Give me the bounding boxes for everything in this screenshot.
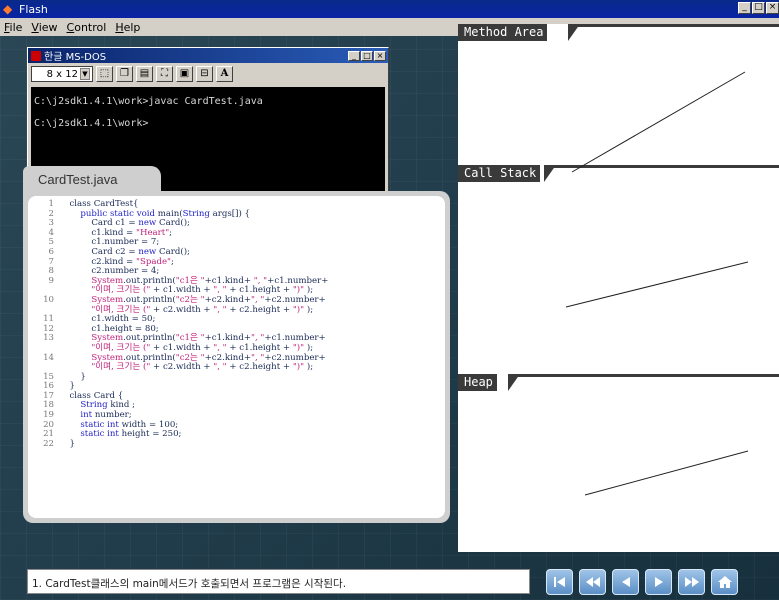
maximize-button[interactable]: □: [752, 2, 765, 14]
label-corner: [544, 165, 556, 182]
dos-close-button[interactable]: ×: [374, 50, 386, 61]
window-titlebar: ◆ Flash _ □ ×: [0, 0, 779, 18]
next-button[interactable]: [645, 569, 672, 595]
menu-file[interactable]: File: [4, 21, 22, 34]
code-line: 21 static int height = 250;: [36, 429, 445, 440]
method-area-label: Method Area: [458, 24, 548, 41]
close-button[interactable]: ×: [766, 2, 779, 14]
dos-titlebar: 한글 MS-DOS _ □ ×: [28, 48, 388, 63]
menu-help[interactable]: Help: [115, 21, 140, 34]
source-code: 1 class CardTest{2 public static void ma…: [28, 196, 445, 518]
call-stack-panel: Call Stack: [458, 165, 779, 374]
code-text: }: [64, 438, 75, 449]
panel-border: [578, 24, 779, 27]
first-icon: [553, 577, 565, 587]
rewind-icon: [585, 577, 600, 587]
mark-icon[interactable]: ⬚: [96, 66, 113, 82]
dos-minimize-button[interactable]: _: [348, 50, 360, 61]
dos-toolbar: 8 x 12 ▼ ⬚ ❐ ▤ ⛶ ▣ ⊟ A: [28, 63, 388, 85]
previous-button[interactable]: [612, 569, 639, 595]
code-panel: 1 class CardTest{2 public static void ma…: [23, 191, 450, 523]
dos-title: 한글 MS-DOS: [44, 52, 107, 63]
dos-maximize-button[interactable]: □: [361, 50, 373, 61]
code-line: 22 }: [36, 438, 445, 450]
navigation-bar: [546, 569, 738, 595]
previous-icon: [621, 577, 630, 587]
heap-panel: Heap: [458, 374, 779, 552]
line-number: 22: [43, 438, 54, 449]
line-number: 13: [43, 333, 54, 344]
home-button[interactable]: [711, 569, 738, 595]
menu-view[interactable]: View: [31, 21, 57, 34]
flash-app-icon: ◆: [3, 2, 13, 16]
next-icon: [654, 577, 663, 587]
font-size-value: 8 x 12: [46, 68, 78, 80]
fullscreen-icon[interactable]: ⛶: [156, 66, 173, 82]
fast-forward-button[interactable]: [678, 569, 705, 595]
console-line: C:\j2sdk1.4.1\work>javac CardTest.java: [34, 96, 263, 107]
window-controls: _ □ ×: [738, 2, 779, 14]
code-text: "이며, 크기는 (" + c2.width + ", " + c2.heigh…: [91, 362, 314, 373]
font-button[interactable]: A: [216, 66, 233, 82]
code-text: static int height = 250;: [80, 429, 182, 440]
label-corner: [508, 374, 520, 391]
panel-border: [518, 374, 779, 377]
paste-icon[interactable]: ▤: [136, 66, 153, 82]
properties-icon[interactable]: ▣: [176, 66, 193, 82]
home-icon: [717, 576, 732, 588]
call-stack-label: Call Stack: [458, 165, 541, 182]
first-button[interactable]: [546, 569, 573, 595]
code-line: 15 }: [36, 372, 445, 383]
rewind-button[interactable]: [579, 569, 606, 595]
minimize-button[interactable]: _: [738, 2, 751, 14]
code-line: "이며, 크기는 (" + c2.width + ", " + c2.heigh…: [36, 362, 445, 373]
panel-border: [554, 165, 779, 168]
label-corner: [568, 24, 580, 41]
window-title: Flash: [19, 2, 48, 16]
copy-icon[interactable]: ❐: [116, 66, 133, 82]
console-line: C:\j2sdk1.4.1\work>: [34, 118, 149, 129]
font-size-select[interactable]: 8 x 12 ▼: [31, 66, 93, 82]
line-number: 10: [43, 294, 54, 305]
line-number: 9: [48, 275, 54, 286]
chevron-down-icon: ▼: [80, 68, 90, 80]
line-number: 14: [43, 352, 54, 363]
dos-app-icon: [31, 50, 41, 61]
dos-window-controls: _ □ ×: [348, 50, 386, 61]
fast-forward-icon: [684, 577, 699, 587]
background-icon[interactable]: ⊟: [196, 66, 213, 82]
heap-label: Heap: [458, 374, 497, 391]
status-caption: 1. CardTest클래스의 main메서드가 호출되면서 프로그램은 시작된…: [27, 569, 530, 594]
menu-control[interactable]: Control: [67, 21, 107, 34]
code-file-tab[interactable]: CardTest.java: [23, 166, 161, 192]
